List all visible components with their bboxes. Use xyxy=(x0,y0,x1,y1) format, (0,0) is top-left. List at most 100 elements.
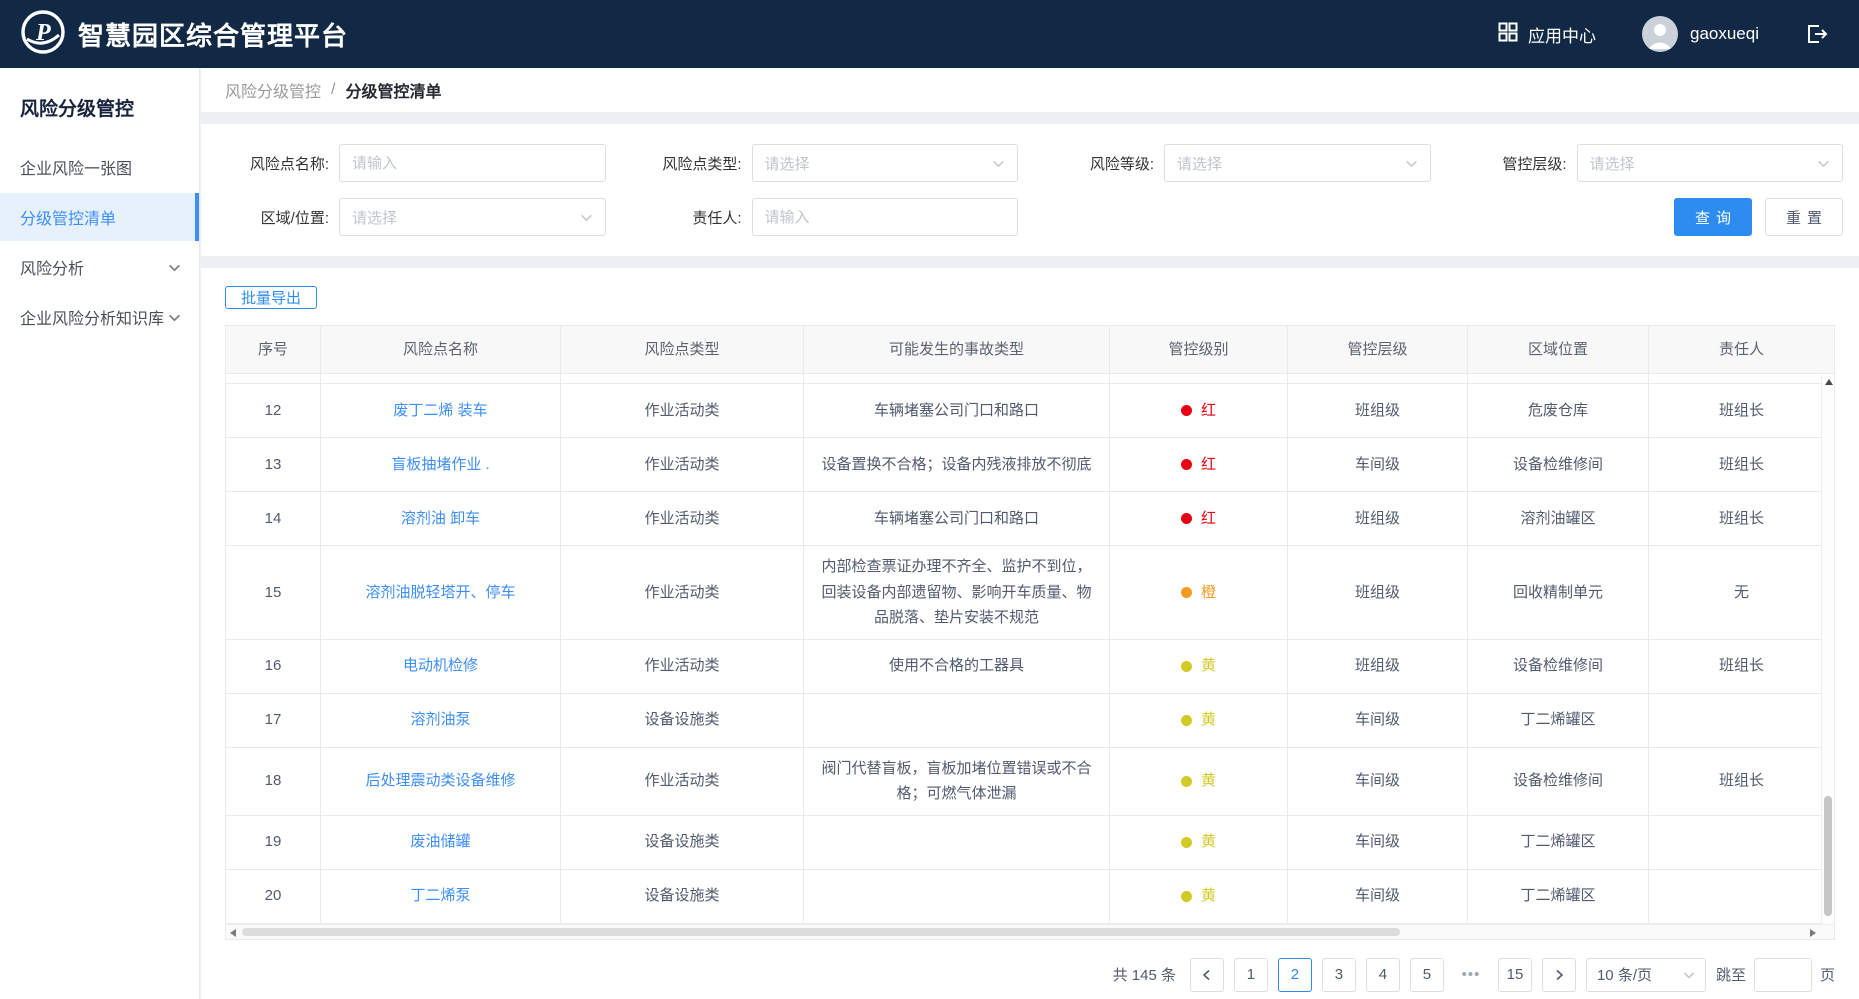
cell-index: 12 xyxy=(226,384,321,438)
cell-control-tier: 班组级 xyxy=(1288,384,1468,438)
horizontal-scrollbar[interactable] xyxy=(226,924,1834,939)
cell-owner: 无 xyxy=(1649,546,1834,640)
risk-name-link[interactable]: 废油储罐 xyxy=(410,829,470,855)
sidebar-item-2[interactable]: 分级管控清单 xyxy=(0,193,199,241)
vertical-scroll-thumb[interactable] xyxy=(1824,796,1832,916)
pagination-page-4[interactable]: 4 xyxy=(1366,958,1400,992)
jump-page-input[interactable] xyxy=(1754,958,1812,992)
filter-select[interactable]: 请选择 xyxy=(1577,144,1844,182)
cell-risk-type: 设备设施类 xyxy=(561,694,804,748)
level-text: 黄 xyxy=(1201,653,1216,679)
pagination-page-1[interactable]: 1 xyxy=(1234,958,1268,992)
pagination-next-button[interactable] xyxy=(1542,958,1576,992)
cell-control-level: 黄 xyxy=(1110,816,1288,870)
sidebar-item-4[interactable]: 企业风险分析知识库 xyxy=(0,293,199,341)
cell-accident-type: 车辆堵塞公司门口和路口 xyxy=(804,384,1110,438)
scroll-left-arrow-icon[interactable] xyxy=(230,929,236,937)
risk-name-link[interactable]: 盲板抽堵作业 . xyxy=(391,452,489,478)
page-size-select[interactable]: 10 条/页 xyxy=(1586,958,1706,992)
level-badge: 黄 xyxy=(1181,768,1216,794)
cell-risk-name: 废丁二烯 装车 xyxy=(321,384,561,438)
pagination: 共 145 条 12345•••15 10 条/页 跳至 页 xyxy=(225,958,1835,992)
sidebar-nav: 企业风险一张图分级管控清单风险分析企业风险分析知识库 xyxy=(0,143,199,341)
cell-control-tier: 车间级 xyxy=(1288,694,1468,748)
pagination-page-3[interactable]: 3 xyxy=(1322,958,1356,992)
cell-owner xyxy=(1649,694,1834,748)
table-cell xyxy=(1110,374,1288,384)
risk-name-link[interactable]: 后处理震动类设备维修 xyxy=(365,768,515,794)
app-logo-icon: P xyxy=(20,9,66,60)
risk-table: 序号风险点名称风险点类型可能发生的事故类型管控级别管控层级区域位置责任人 12废… xyxy=(225,325,1835,940)
content-panel: 批量导出 序号风险点名称风险点类型可能发生的事故类型管控级别管控层级区域位置责任… xyxy=(201,268,1859,999)
jump-prefix-label: 跳至 xyxy=(1716,964,1746,985)
risk-name-link[interactable]: 溶剂油脱轻塔开、停车 xyxy=(365,580,515,606)
risk-name-link[interactable]: 溶剂油泵 xyxy=(410,707,470,733)
filter-select[interactable]: 请选择 xyxy=(752,144,1019,182)
table-row: 19废油储罐设备设施类黄车间级丁二烯罐区 xyxy=(226,816,1834,870)
horizontal-scroll-thumb[interactable] xyxy=(242,928,1400,936)
cell-control-level: 红 xyxy=(1110,384,1288,438)
app-center-menu[interactable]: 应用中心 xyxy=(1498,22,1596,47)
risk-name-link[interactable]: 丁二烯泵 xyxy=(410,883,470,909)
filter-select[interactable]: 请选择 xyxy=(339,198,606,236)
level-text: 橙 xyxy=(1201,580,1216,606)
table-row: 18后处理震动类设备维修作业活动类阀门代替盲板，盲板加堵位置错误或不合格；可燃气… xyxy=(226,748,1834,816)
user-menu[interactable]: gaoxueqi xyxy=(1642,16,1759,52)
chevron-down-icon xyxy=(992,157,1005,170)
app-title: 智慧园区综合管理平台 xyxy=(78,16,348,53)
sidebar-item-3[interactable]: 风险分析 xyxy=(0,243,199,291)
select-placeholder: 请选择 xyxy=(352,207,397,228)
breadcrumb: 风险分级管控 / 分级管控清单 xyxy=(201,68,1859,112)
grid-icon xyxy=(1498,22,1518,47)
cell-risk-type: 设备设施类 xyxy=(561,816,804,870)
risk-name-link[interactable]: 废丁二烯 装车 xyxy=(393,398,487,424)
logout-icon[interactable] xyxy=(1805,22,1829,46)
level-dot-icon xyxy=(1181,837,1192,848)
cell-owner: 班组长 xyxy=(1649,384,1834,438)
filter-select[interactable]: 请选择 xyxy=(1164,144,1431,182)
cell-index: 19 xyxy=(226,816,321,870)
app-header: P 智慧园区综合管理平台 应用中心 gaoxueqi xyxy=(0,0,1859,68)
pagination-total: 共 145 条 xyxy=(1113,964,1176,985)
table-cell xyxy=(804,374,1110,384)
filter-label: 区域/位置: xyxy=(223,207,339,228)
scroll-right-arrow-icon[interactable] xyxy=(1810,929,1816,937)
column-header: 可能发生的事故类型 xyxy=(804,326,1110,374)
vertical-scrollbar[interactable] xyxy=(1821,375,1834,924)
cell-owner: 班组长 xyxy=(1649,492,1834,546)
risk-name-link[interactable]: 电动机检修 xyxy=(403,653,478,679)
pagination-page-5[interactable]: 5 xyxy=(1410,958,1444,992)
level-dot-icon xyxy=(1181,891,1192,902)
filter-field-5: 区域/位置: 请选择 xyxy=(223,198,606,236)
cell-risk-type: 作业活动类 xyxy=(561,640,804,694)
pagination-prev-button[interactable] xyxy=(1190,958,1224,992)
page-size-value: 10 条/页 xyxy=(1597,964,1652,985)
breadcrumb-separator: / xyxy=(331,81,335,99)
reset-button[interactable]: 重置 xyxy=(1765,198,1843,236)
pagination-page-2[interactable]: 2 xyxy=(1278,958,1312,992)
cell-risk-name: 盲板抽堵作业 . xyxy=(321,438,561,492)
chevron-down-icon xyxy=(168,261,181,274)
select-placeholder: 请选择 xyxy=(1177,153,1222,174)
filter-input[interactable] xyxy=(752,198,1019,236)
breadcrumb-current: 分级管控清单 xyxy=(345,78,441,102)
select-placeholder: 请选择 xyxy=(1590,153,1635,174)
scroll-up-arrow-icon[interactable] xyxy=(1825,379,1833,385)
filter-input[interactable] xyxy=(339,144,606,182)
chevron-down-icon xyxy=(168,311,181,324)
chevron-down-icon xyxy=(1683,969,1695,981)
cell-control-level: 红 xyxy=(1110,438,1288,492)
cell-area: 设备检维修间 xyxy=(1468,748,1649,816)
batch-export-button[interactable]: 批量导出 xyxy=(225,286,317,309)
cell-index: 13 xyxy=(226,438,321,492)
sidebar-item-1[interactable]: 企业风险一张图 xyxy=(0,143,199,191)
level-dot-icon xyxy=(1181,405,1192,416)
risk-name-link[interactable]: 溶剂油 卸车 xyxy=(401,506,480,532)
level-dot-icon xyxy=(1181,587,1192,598)
cell-accident-type: 阀门代替盲板，盲板加堵位置错误或不合格；可燃气体泄漏 xyxy=(804,748,1110,816)
cell-accident-type xyxy=(804,870,1110,924)
filter-actions: 查询 重置 xyxy=(1048,198,1843,236)
search-button[interactable]: 查询 xyxy=(1674,198,1752,236)
breadcrumb-parent[interactable]: 风险分级管控 xyxy=(225,78,321,102)
pagination-page-15[interactable]: 15 xyxy=(1498,958,1532,992)
